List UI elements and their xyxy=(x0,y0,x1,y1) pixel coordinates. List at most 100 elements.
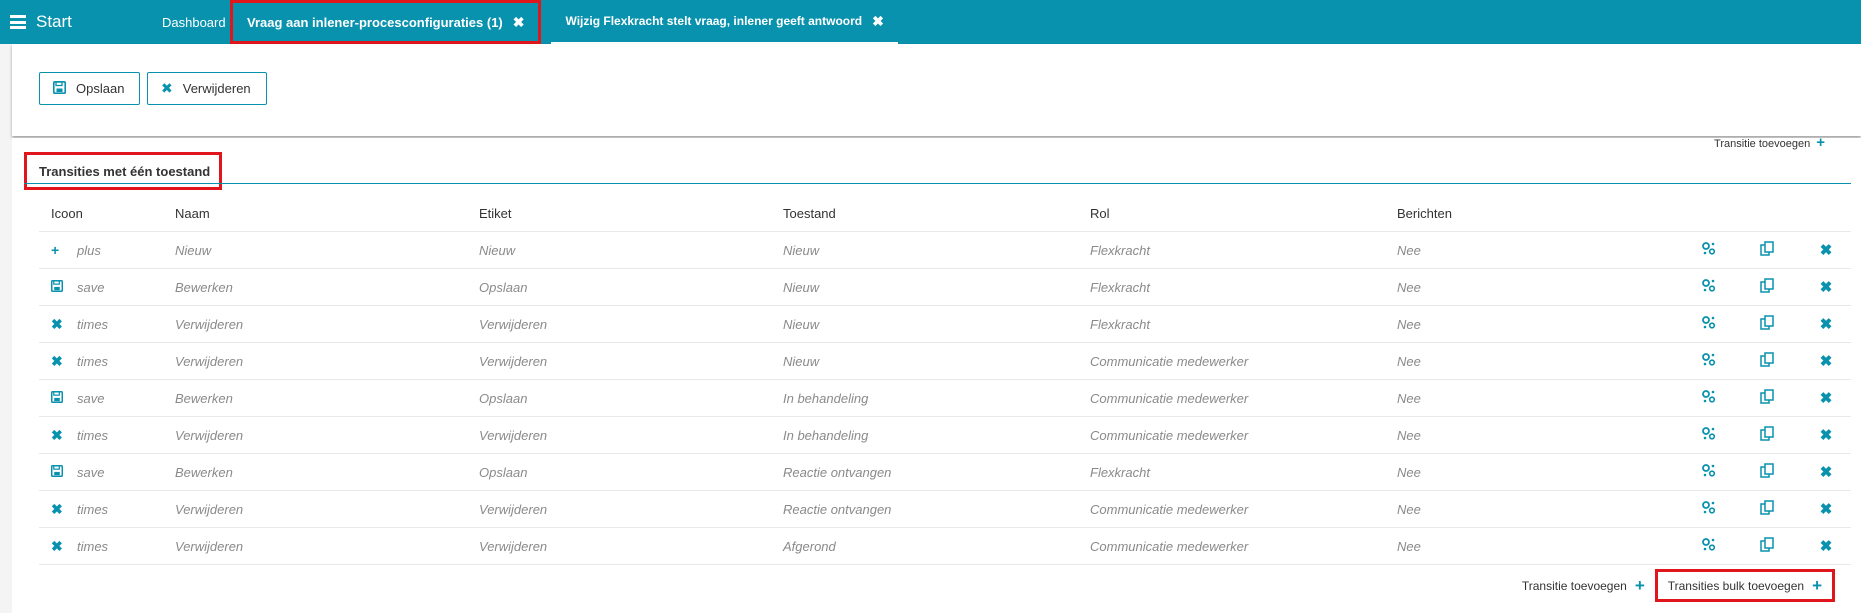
bulk-add-transitions-button[interactable]: Transities bulk toevoegen + xyxy=(1654,569,1835,602)
cell-berichten: Nee xyxy=(1397,501,1421,517)
cell-icoon: ✖ times xyxy=(39,427,175,444)
section-divider xyxy=(24,183,1851,184)
settings-gears-icon[interactable] xyxy=(1693,537,1723,556)
cell-etiket: Verwijderen xyxy=(479,353,548,369)
delete-row-icon[interactable]: ✖ xyxy=(1811,500,1841,519)
cell-toestand: Reactie ontvangen xyxy=(783,464,892,480)
hamburger-icon xyxy=(10,15,26,29)
cell-toestand: Nieuw xyxy=(783,242,820,258)
copy-icon[interactable] xyxy=(1752,314,1782,334)
settings-gears-icon[interactable] xyxy=(1693,352,1723,371)
settings-gears-icon[interactable] xyxy=(1693,389,1723,408)
cell-icoon: ✖ times xyxy=(39,501,175,518)
cell-toestand: Reactie ontvangen xyxy=(783,501,892,517)
cell-naam: Verwijderen xyxy=(175,501,244,517)
copy-icon[interactable] xyxy=(1752,536,1782,556)
delete-row-icon[interactable]: ✖ xyxy=(1811,389,1841,408)
cell-actions: ✖ xyxy=(1693,462,1851,482)
tab-dashboard-label: Dashboard xyxy=(162,14,226,30)
save-icon xyxy=(51,390,77,406)
cell-etiket: Opslaan xyxy=(479,464,528,480)
delete-row-icon[interactable]: ✖ xyxy=(1811,241,1841,260)
close-icon[interactable]: ✖ xyxy=(872,13,884,30)
table-row: save Bewerken Opslaan Reactie ontvangen Flex… xyxy=(39,454,1851,491)
copy-icon[interactable] xyxy=(1752,462,1782,482)
start-label: Start xyxy=(36,12,72,31)
table-header-row: Icoon Naam Etiket Toestand Rol Berichten xyxy=(39,196,1851,232)
save-icon xyxy=(53,80,66,97)
copy-icon[interactable] xyxy=(1752,240,1782,260)
delete-row-icon[interactable]: ✖ xyxy=(1811,426,1841,445)
delete-row-icon[interactable]: ✖ xyxy=(1811,463,1841,482)
tab-wijzig-flexkracht[interactable]: Wijzig Flexkracht stelt vraag, inlener g… xyxy=(551,0,898,44)
delete-row-icon[interactable]: ✖ xyxy=(1811,315,1841,334)
cell-rol: Flexkracht xyxy=(1090,316,1150,332)
cell-berichten: Nee xyxy=(1397,427,1421,443)
cell-icoon: save xyxy=(39,390,175,406)
copy-icon[interactable] xyxy=(1752,499,1782,519)
cell-toestand: Nieuw xyxy=(783,316,820,332)
cell-icoon-name: save xyxy=(77,390,105,406)
cell-actions: ✖ xyxy=(1693,240,1851,260)
times-icon: ✖ xyxy=(51,315,63,332)
delete-row-icon[interactable]: ✖ xyxy=(1811,278,1841,297)
add-transition-top-link[interactable]: Transitie toevoegen + xyxy=(1714,134,1825,151)
cell-rol: Communicatie medewerker xyxy=(1090,538,1249,554)
cell-etiket: Verwijderen xyxy=(479,538,548,554)
cell-berichten: Nee xyxy=(1397,316,1421,332)
cell-toestand: In behandeling xyxy=(783,390,869,406)
cell-icoon-name: times xyxy=(77,538,109,554)
table-row: save Bewerken Opslaan In behandeling Communi… xyxy=(39,380,1851,417)
cell-icoon-name: times xyxy=(77,353,109,369)
table-row: ✖ times Verwijderen Verwijderen Nieuw Communi… xyxy=(39,343,1851,380)
delete-button[interactable]: ✖ Verwijderen xyxy=(147,72,267,105)
delete-row-icon[interactable]: ✖ xyxy=(1811,537,1841,556)
table-row: ✖ times Verwijderen Verwijderen Reactie ontv… xyxy=(39,491,1851,528)
tab-procesconfiguraties[interactable]: Vraag aan inlener-procesconfiguraties (1… xyxy=(230,0,542,44)
cell-naam: Verwijderen xyxy=(175,316,244,332)
cell-rol: Communicatie medewerker xyxy=(1090,427,1249,443)
settings-gears-icon[interactable] xyxy=(1693,315,1723,334)
cell-berichten: Nee xyxy=(1397,464,1421,480)
footer-actions: Transitie toevoegen + Transities bulk to… xyxy=(1512,569,1861,602)
cell-actions: ✖ xyxy=(1693,277,1851,297)
add-transition-label: Transitie toevoegen xyxy=(1521,578,1627,593)
save-icon xyxy=(51,464,77,480)
column-header-toestand: Toestand xyxy=(783,206,836,221)
settings-gears-icon[interactable] xyxy=(1693,426,1723,445)
cell-berichten: Nee xyxy=(1397,353,1421,369)
save-button[interactable]: Opslaan xyxy=(39,72,140,105)
cell-etiket: Nieuw xyxy=(479,242,516,258)
cell-icoon-name: times xyxy=(77,501,109,517)
add-transition-button[interactable]: Transitie toevoegen + xyxy=(1512,569,1655,602)
cell-rol: Flexkracht xyxy=(1090,279,1150,295)
delete-button-label: Verwijderen xyxy=(182,81,251,96)
transitions-table: Icoon Naam Etiket Toestand Rol Berichten… xyxy=(39,196,1851,565)
cell-icoon-name: times xyxy=(77,316,109,332)
cell-rol: Communicatie medewerker xyxy=(1090,501,1249,517)
cell-icoon-name: save xyxy=(77,464,105,480)
cell-naam: Verwijderen xyxy=(175,353,244,369)
settings-gears-icon[interactable] xyxy=(1693,241,1723,260)
copy-icon[interactable] xyxy=(1752,277,1782,297)
settings-gears-icon[interactable] xyxy=(1693,463,1723,482)
plus-icon: + xyxy=(1816,134,1825,151)
table-row: ✖ times Verwijderen Verwijderen In behandeli… xyxy=(39,417,1851,454)
delete-row-icon[interactable]: ✖ xyxy=(1811,352,1841,371)
cell-icoon-name: save xyxy=(77,279,105,295)
cell-actions: ✖ xyxy=(1693,499,1851,519)
settings-gears-icon[interactable] xyxy=(1693,500,1723,519)
start-menu-button[interactable]: Start xyxy=(0,0,130,44)
tab-dashboard[interactable]: Dashboard xyxy=(130,0,230,44)
cell-naam: Bewerken xyxy=(175,390,233,406)
copy-icon[interactable] xyxy=(1752,351,1782,371)
times-icon: ✖ xyxy=(51,426,63,443)
bulk-add-transitions-label: Transities bulk toevoegen xyxy=(1667,578,1805,593)
cell-icoon: ✖ times xyxy=(39,316,175,333)
close-icon[interactable]: ✖ xyxy=(513,14,525,31)
settings-gears-icon[interactable] xyxy=(1693,278,1723,297)
copy-icon[interactable] xyxy=(1752,425,1782,445)
cell-icoon: ✖ times xyxy=(39,353,175,370)
copy-icon[interactable] xyxy=(1752,388,1782,408)
cell-actions: ✖ xyxy=(1693,425,1851,445)
